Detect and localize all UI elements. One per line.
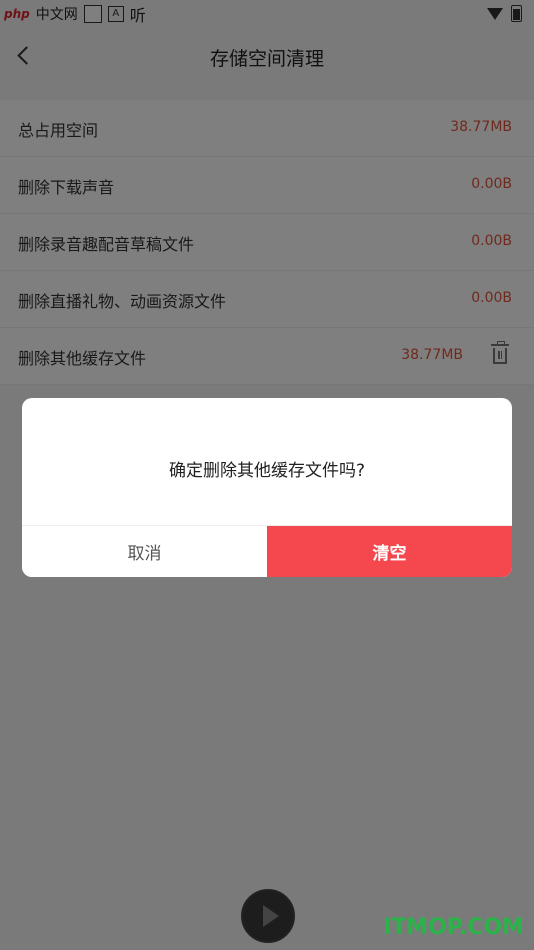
watermark-itmop: ITMOP.COM — [383, 915, 524, 940]
confirm-dialog: 确定删除其他缓存文件吗? 取消 清空 — [22, 398, 512, 577]
cancel-button[interactable]: 取消 — [22, 526, 267, 577]
clear-button[interactable]: 清空 — [267, 526, 512, 577]
dialog-actions: 取消 清空 — [22, 525, 512, 577]
dialog-message: 确定删除其他缓存文件吗? — [168, 461, 366, 481]
storage-clean-page: php 中文网 A 听 存储空间清理 总占用空间 38.77MB 删除下载声音 … — [0, 0, 534, 950]
